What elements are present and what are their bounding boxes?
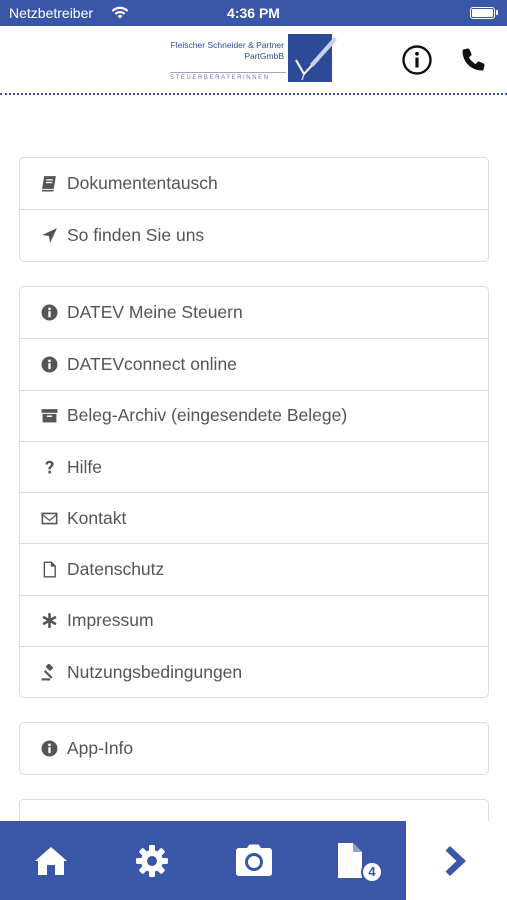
menu-item-label: So finden Sie uns	[67, 224, 205, 245]
info-circle-icon	[402, 45, 432, 75]
gavel-icon	[41, 662, 67, 682]
menu-item-label: Impressum	[67, 610, 154, 631]
chevron-right-icon	[445, 845, 466, 876]
tab-documents[interactable]: 4	[304, 821, 405, 900]
info-circle-icon	[41, 354, 67, 374]
menu-item-nutzungsbedingungen[interactable]: Nutzungsbedingungen	[20, 646, 488, 697]
menu-item-label: Kontakt	[67, 507, 127, 528]
menu-item-label: DATEVconnect online	[67, 353, 237, 374]
archive-icon	[41, 406, 67, 426]
logo-text: Fleischer Schneider & Partner PartGmbB	[171, 40, 284, 62]
menu-item-label: Datenschutz	[67, 559, 165, 580]
info-circle-icon	[41, 303, 67, 323]
logo-tagline: STEUERBERATERINNEN	[170, 72, 286, 81]
document-icon	[41, 560, 67, 580]
menu-item-label: Hilfe	[67, 456, 103, 477]
menu-item-label: App-Info	[67, 738, 134, 759]
menu-item-label: Beleg-Archiv (eingesendete Belege)	[67, 405, 348, 426]
info-button[interactable]	[401, 44, 433, 76]
tab-next[interactable]	[406, 821, 507, 900]
menu-item-so-finden-sie-uns[interactable]: So finden Sie uns	[20, 209, 488, 260]
menu-content[interactable]: Dokumententausch So finden Sie uns DATEV…	[0, 97, 507, 821]
info-circle-icon	[41, 739, 67, 759]
menu-item-label: Dokumententausch	[67, 173, 218, 194]
menu-item-label: Nutzungsbedingungen	[67, 661, 243, 682]
logo-line-1: Fleischer Schneider & Partner	[170, 40, 284, 50]
tab-home[interactable]	[0, 821, 101, 900]
logo-line-2: PartGmbB	[244, 51, 284, 61]
menu-item-impressum[interactable]: Impressum	[20, 594, 488, 646]
camera-icon	[235, 844, 272, 876]
call-button[interactable]	[459, 44, 491, 76]
menu-item-app-info[interactable]: App-Info	[20, 723, 488, 774]
menu-item-label: DATEV Meine Steuern	[67, 302, 243, 323]
app-header: Fleischer Schneider & Partner PartGmbB S…	[0, 26, 507, 95]
location-arrow-icon	[41, 225, 67, 245]
menu-item-hilfe[interactable]: Hilfe	[20, 440, 488, 492]
menu-group-app: App-Info	[19, 722, 489, 776]
settings-icon	[135, 844, 168, 877]
menu-item-datevconnect-online[interactable]: DATEVconnect online	[20, 338, 488, 389]
tab-camera[interactable]	[203, 821, 304, 900]
logo-quill-icon	[288, 34, 337, 82]
menu-group-partial	[19, 799, 489, 821]
tab-settings[interactable]	[101, 821, 202, 900]
asterisk-icon	[41, 611, 67, 631]
question-icon	[41, 457, 67, 477]
menu-item-dokumententausch[interactable]: Dokumententausch	[20, 158, 488, 209]
menu-item-datev-meine-steuern[interactable]: DATEV Meine Steuern	[20, 287, 488, 338]
documents-count-badge: 4	[361, 861, 383, 883]
menu-group-primary: Dokumententausch So finden Sie uns	[19, 157, 489, 262]
menu-item-kontakt[interactable]: Kontakt	[20, 492, 488, 543]
battery-icon	[470, 7, 498, 19]
menu-item-datenschutz[interactable]: Datenschutz	[20, 543, 488, 594]
menu-item-beleg-archiv[interactable]: Beleg-Archiv (eingesendete Belege)	[20, 389, 488, 441]
status-bar: Netzbetreiber 4:36 PM	[0, 0, 507, 26]
phone-icon	[462, 48, 485, 71]
company-logo: Fleischer Schneider & Partner PartGmbB S…	[170, 34, 338, 86]
envelope-icon	[41, 508, 67, 528]
home-icon	[34, 846, 67, 875]
book-icon	[41, 174, 67, 194]
clock: 4:36 PM	[227, 5, 280, 21]
menu-group-services: DATEV Meine Steuern DATEVconnect online …	[19, 286, 489, 699]
bottom-tab-bar: 4	[0, 821, 507, 900]
